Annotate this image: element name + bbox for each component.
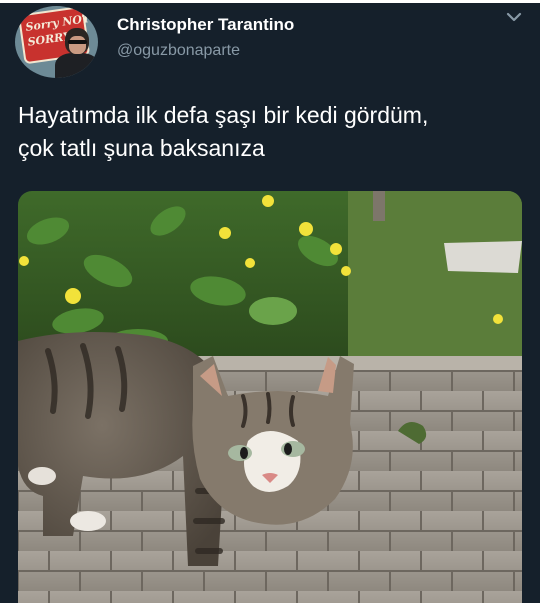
chevron-down-icon[interactable] [504,9,524,25]
avatar-person-body [55,53,98,78]
avatar-sunglasses [68,40,87,44]
author-display-name[interactable]: Christopher Tarantino [117,15,294,35]
post [373,191,385,221]
tweet-text: Hayatımda ilk defa şaşı bir kedi gördüm,… [18,99,528,165]
tweet-card: Sorry NOT SORRY Christopher Tarantino @o… [0,3,540,603]
avatar-person-face [69,36,86,54]
author-handle[interactable]: @oguzbonaparte [117,42,240,60]
tweet-photo[interactable] [18,191,522,603]
cat-photo-illustration [18,191,522,603]
tweet-text-line: çok tatlı şuna baksanıza [18,135,265,161]
tweet-text-line: Hayatımda ilk defa şaşı bir kedi gördüm, [18,102,429,128]
white-slab [444,241,522,273]
avatar[interactable]: Sorry NOT SORRY [15,6,98,78]
